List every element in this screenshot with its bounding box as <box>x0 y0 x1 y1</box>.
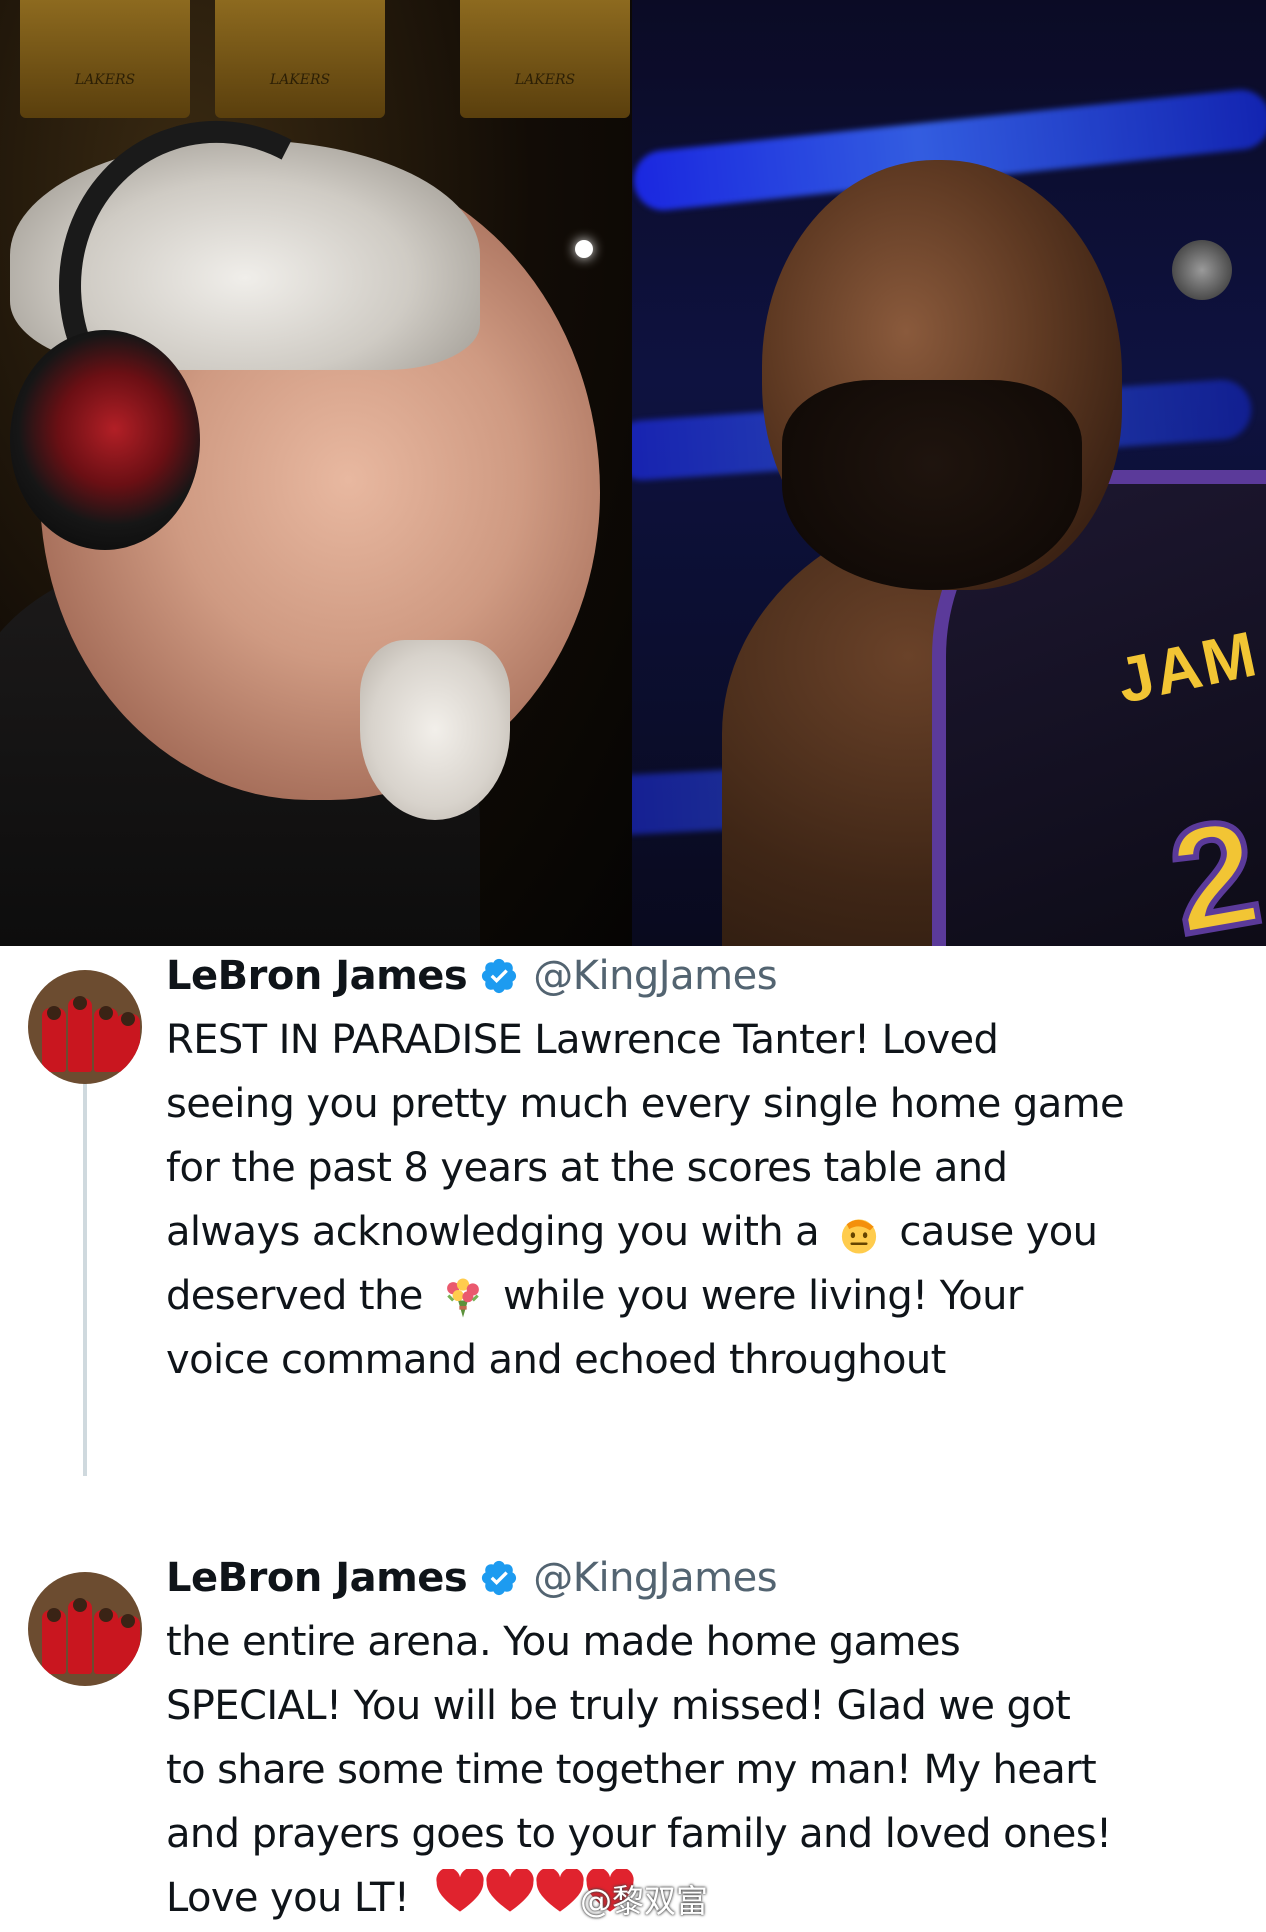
saluting-face-icon <box>842 1219 877 1254</box>
tweet-line: seeing you pretty much every single home… <box>166 1081 1125 1127</box>
player-beard <box>782 380 1082 590</box>
verified-badge-icon <box>482 1560 517 1596</box>
tweet-text-segment: deserved the <box>166 1273 423 1319</box>
red-heart-icon <box>486 1867 535 1912</box>
announcer-goatee <box>360 640 510 820</box>
tweet-text-segment: cause you <box>899 1209 1098 1255</box>
tweet-line: Love you LT! <box>166 1866 1256 1930</box>
avatar[interactable] <box>28 1572 142 1686</box>
tweet-line: voice command and echoed throughout <box>166 1337 946 1383</box>
tweet-line: always acknowledging you with a cause yo… <box>166 1200 1256 1264</box>
red-heart-icon <box>536 1867 585 1912</box>
avatar[interactable] <box>28 970 142 1084</box>
tweet-header: LeBron James @KingJames <box>166 948 778 1004</box>
thread-connector-line <box>83 1056 87 1476</box>
user-handle[interactable]: @KingJames <box>533 953 777 999</box>
banner-text: LAKERS <box>514 72 576 88</box>
tweet-line: deserved the while you were living! Your <box>166 1264 1256 1328</box>
headphone-icon <box>10 330 200 550</box>
tweet-line: and prayers goes to your family and love… <box>166 1811 1112 1857</box>
tweet-thread: LeBron James @KingJames REST IN PARADISE… <box>0 946 1266 1921</box>
tweet-text: the entire arena. You made home games SP… <box>166 1610 1256 1930</box>
weibo-watermark: @黎双富 <box>580 1882 709 1920</box>
tweet-text-segment: Love you LT! <box>166 1875 410 1921</box>
tweet-line: REST IN PARADISE Lawrence Tanter! Loved <box>166 1017 999 1063</box>
championship-banner: LAKERS <box>20 0 190 118</box>
verified-badge-icon <box>482 958 517 994</box>
arena-light <box>575 240 593 258</box>
tweet-text-segment: while you were living! Your <box>502 1273 1023 1319</box>
tweet-text: REST IN PARADISE Lawrence Tanter! Loved … <box>166 1008 1256 1392</box>
announcer-photo: LAKERS LAKERS LAKERS <box>0 0 632 946</box>
tweet-line: the entire arena. You made home games <box>166 1619 961 1665</box>
news-photo-collage: LAKERS LAKERS LAKERS JAM 2 <box>0 0 1266 946</box>
display-name[interactable]: LeBron James <box>166 953 468 999</box>
tweet-header: LeBron James @KingJames <box>166 1550 778 1606</box>
bouquet-icon <box>446 1278 479 1318</box>
red-heart-icon <box>436 1867 485 1912</box>
banner-text: LAKERS <box>74 72 136 88</box>
tweet-line: for the past 8 years at the scores table… <box>166 1145 1008 1191</box>
user-handle[interactable]: @KingJames <box>533 1555 777 1601</box>
display-name[interactable]: LeBron James <box>166 1555 468 1601</box>
championship-banner: LAKERS <box>460 0 630 118</box>
banner-text: LAKERS <box>269 72 331 88</box>
tweet-line: SPECIAL! You will be truly missed! Glad … <box>166 1683 1071 1729</box>
tweet-text-segment: always acknowledging you with a <box>166 1209 820 1255</box>
arena-light <box>1172 240 1232 300</box>
tweet-line: to share some time together my man! My h… <box>166 1747 1097 1793</box>
player-photo: JAM 2 <box>632 0 1266 946</box>
championship-banner: LAKERS <box>215 0 385 118</box>
